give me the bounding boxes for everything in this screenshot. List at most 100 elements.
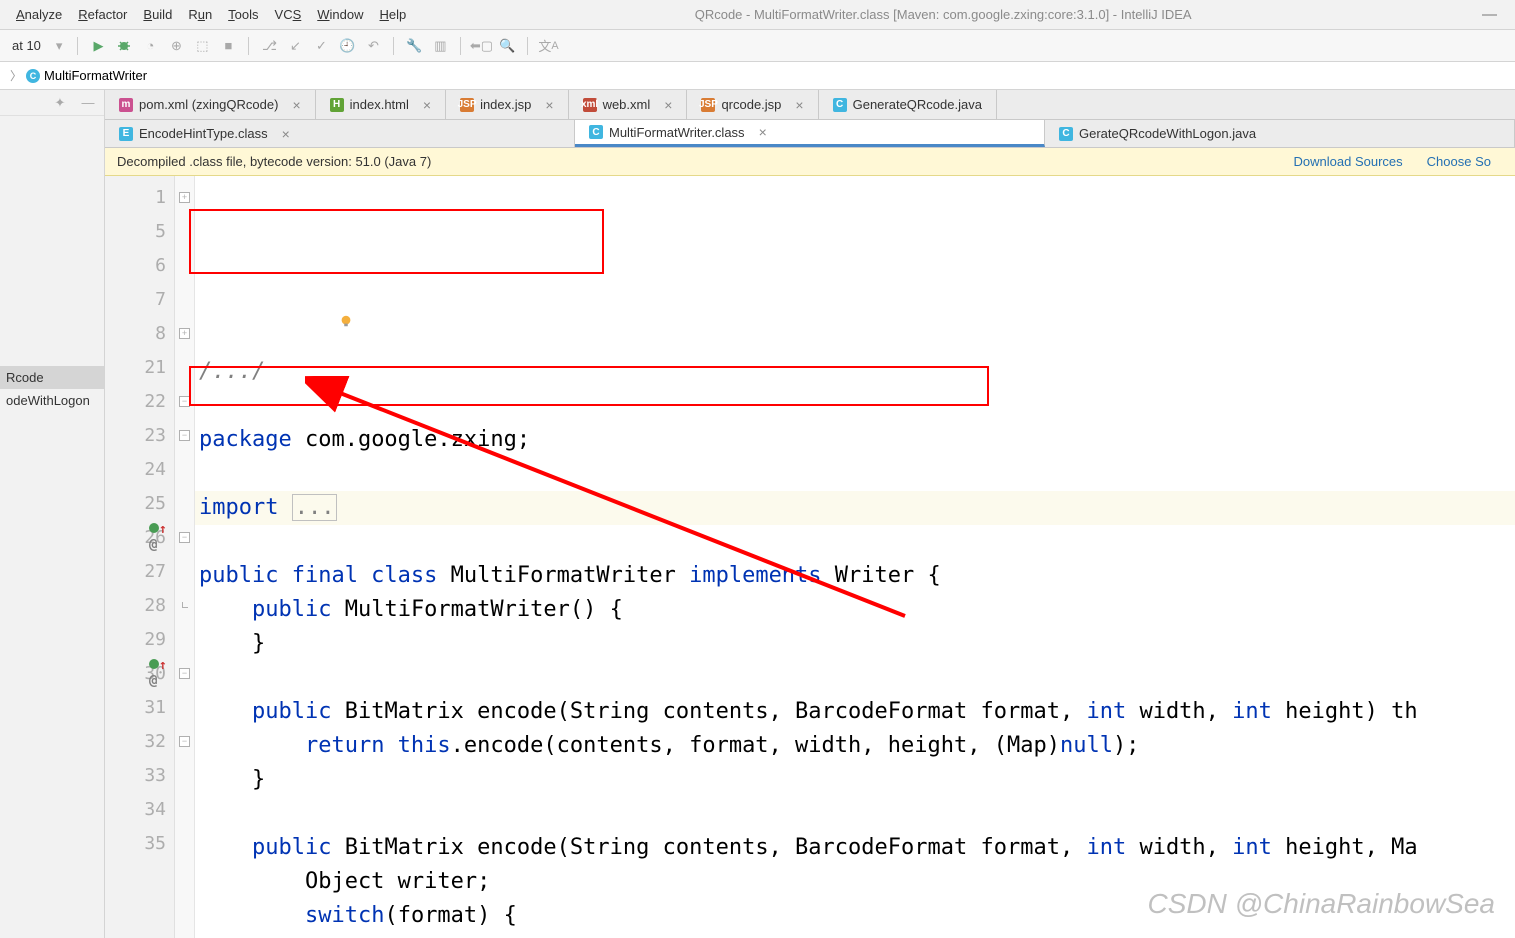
file-tab[interactable]: mpom.xml (zxingQRcode)× — [105, 90, 316, 119]
banner-text: Decompiled .class file, bytecode version… — [117, 154, 1282, 169]
code-area[interactable]: 15678212223242526↑ @27282930↑ @313233343… — [105, 176, 1515, 938]
code-line[interactable] — [195, 525, 1515, 559]
toolbar: at 10 ▾ ▶ ◔ ⊕ ⬚ ■ ⎇ ↙ ✓ 🕘 ↶ 🔧 ▥ ⬅▢ 🔍 文A — [0, 30, 1515, 62]
code-line[interactable]: switch(format) { — [195, 899, 1515, 933]
tab-close-icon[interactable]: × — [787, 98, 803, 112]
fold-marker[interactable] — [175, 452, 194, 486]
git-branch-icon[interactable]: ⎇ — [259, 36, 279, 56]
fold-marker[interactable]: − — [175, 724, 194, 758]
menu-item[interactable]: VCS — [267, 3, 310, 26]
fold-marker[interactable]: − — [175, 384, 194, 418]
tab-close-icon[interactable]: × — [537, 98, 553, 112]
file-tab[interactable]: CGenerateQRcode.java — [819, 90, 997, 119]
fold-marker[interactable] — [175, 622, 194, 656]
code-line[interactable]: case EAN_8: — [195, 933, 1515, 938]
menu-item[interactable]: Build — [135, 3, 180, 26]
code-line[interactable]: } — [195, 763, 1515, 797]
fold-marker[interactable] — [175, 826, 194, 860]
fold-marker[interactable] — [175, 690, 194, 724]
code-line[interactable]: public MultiFormatWriter() { — [195, 593, 1515, 627]
code-line[interactable]: return this.encode(contents, format, wid… — [195, 729, 1515, 763]
menu-item[interactable]: Refactor — [70, 3, 135, 26]
menu-item[interactable]: Window — [309, 3, 371, 26]
git-rollback-icon[interactable]: ↶ — [363, 36, 383, 56]
code-line[interactable] — [195, 797, 1515, 831]
code-line[interactable] — [195, 457, 1515, 491]
file-tab[interactable]: Hindex.html× — [316, 90, 446, 119]
code-line[interactable]: public BitMatrix encode(String contents,… — [195, 695, 1515, 729]
search-icon[interactable]: 🔍 — [497, 36, 517, 56]
back-icon[interactable]: ⬅▢ — [471, 36, 491, 56]
download-sources-link[interactable]: Download Sources — [1282, 154, 1415, 169]
fold-marker[interactable]: + — [175, 316, 194, 350]
fold-marker[interactable]: − — [175, 418, 194, 452]
run-icon[interactable]: ▶ — [88, 36, 108, 56]
tab-close-icon[interactable]: × — [656, 98, 672, 112]
sidebar-item[interactable]: odeWithLogon — [0, 389, 104, 412]
editor: mpom.xml (zxingQRcode)×Hindex.html×JSPin… — [105, 90, 1515, 938]
fold-marker[interactable] — [175, 282, 194, 316]
minimize-button[interactable]: — — [1472, 6, 1507, 23]
tab-close-icon[interactable]: × — [274, 127, 290, 141]
fold-marker[interactable] — [175, 214, 194, 248]
fold-marker[interactable] — [175, 248, 194, 282]
git-commit-icon[interactable]: ✓ — [311, 36, 331, 56]
code-line[interactable]: import ... — [195, 491, 1515, 525]
stop-icon[interactable]: ■ — [218, 36, 238, 56]
tab-close-icon[interactable]: × — [284, 98, 300, 112]
fold-marker[interactable]: − — [175, 656, 194, 690]
code-line[interactable]: package com.google.zxing; — [195, 423, 1515, 457]
code-line[interactable]: Object writer; — [195, 865, 1515, 899]
debug-icon[interactable] — [114, 36, 134, 56]
fold-marker[interactable] — [175, 792, 194, 826]
git-history-icon[interactable]: 🕘 — [337, 36, 357, 56]
code-line[interactable]: public BitMatrix encode(String contents,… — [195, 831, 1515, 865]
fold-marker[interactable] — [175, 350, 194, 384]
profile-icon[interactable]: ⊕ — [166, 36, 186, 56]
gutter-override-icon[interactable]: ↑ @ — [149, 658, 174, 689]
menu-item[interactable]: Tools — [220, 3, 266, 26]
translate-icon[interactable]: 文A — [538, 36, 558, 56]
sidebar-item[interactable]: Rcode — [0, 366, 104, 389]
tab-label: MultiFormatWriter.class — [609, 125, 745, 140]
settings-icon[interactable]: 🔧 — [404, 36, 424, 56]
code-line[interactable]: } — [195, 627, 1515, 661]
project-structure-icon[interactable]: ▥ — [430, 36, 450, 56]
breadcrumb-item[interactable]: C MultiFormatWriter — [26, 68, 147, 83]
tab-close-icon[interactable]: × — [751, 125, 767, 139]
stop-gutter-icon[interactable]: ⬚ — [192, 36, 212, 56]
fold-marker[interactable]: − — [175, 520, 194, 554]
menu-item[interactable]: Run — [180, 3, 220, 26]
code-content[interactable]: /.../ package com.google.zxing; import ...… — [195, 176, 1515, 938]
fold-marker[interactable]: + — [175, 180, 194, 214]
file-tab[interactable]: CGerateQRcodeWithLogon.java — [1045, 120, 1515, 147]
file-tab[interactable]: JSPqrcode.jsp× — [687, 90, 818, 119]
file-tab[interactable]: xmlweb.xml× — [569, 90, 688, 119]
breadcrumb-arrow-icon: 〉 — [6, 67, 26, 84]
menu-item[interactable]: Analyze — [8, 3, 70, 26]
sidebar-collapse-icon[interactable]: — — [78, 93, 98, 113]
fold-marker[interactable] — [175, 588, 194, 622]
fold-marker[interactable] — [175, 486, 194, 520]
code-line[interactable] — [195, 389, 1515, 423]
sidebar-settings-icon[interactable]: ✦ — [50, 93, 70, 113]
gutter-override-icon[interactable]: ↑ @ — [149, 522, 174, 553]
git-update-icon[interactable]: ↙ — [285, 36, 305, 56]
intention-bulb-icon[interactable] — [207, 284, 221, 298]
fold-marker[interactable] — [175, 554, 194, 588]
file-tabs-row-2: EEncodeHintType.class×CMultiFormatWriter… — [105, 120, 1515, 148]
file-tab[interactable]: JSPindex.jsp× — [446, 90, 569, 119]
run-config-dropdown-icon[interactable]: ▾ — [52, 36, 68, 56]
code-line[interactable] — [195, 661, 1515, 695]
file-tab[interactable]: CMultiFormatWriter.class× — [575, 120, 1045, 147]
line-number: 7 — [105, 282, 174, 316]
fold-marker[interactable] — [175, 758, 194, 792]
choose-sources-link[interactable]: Choose So — [1415, 154, 1503, 169]
menu-item[interactable]: Help — [372, 3, 415, 26]
code-line[interactable]: public final class MultiFormatWriter imp… — [195, 559, 1515, 593]
coverage-icon[interactable]: ◔ — [140, 36, 160, 56]
tab-close-icon[interactable]: × — [415, 98, 431, 112]
run-config-selector[interactable]: at 10 — [8, 36, 46, 55]
file-tab[interactable]: EEncodeHintType.class× — [105, 120, 575, 147]
code-line[interactable]: /.../ — [195, 355, 1515, 389]
